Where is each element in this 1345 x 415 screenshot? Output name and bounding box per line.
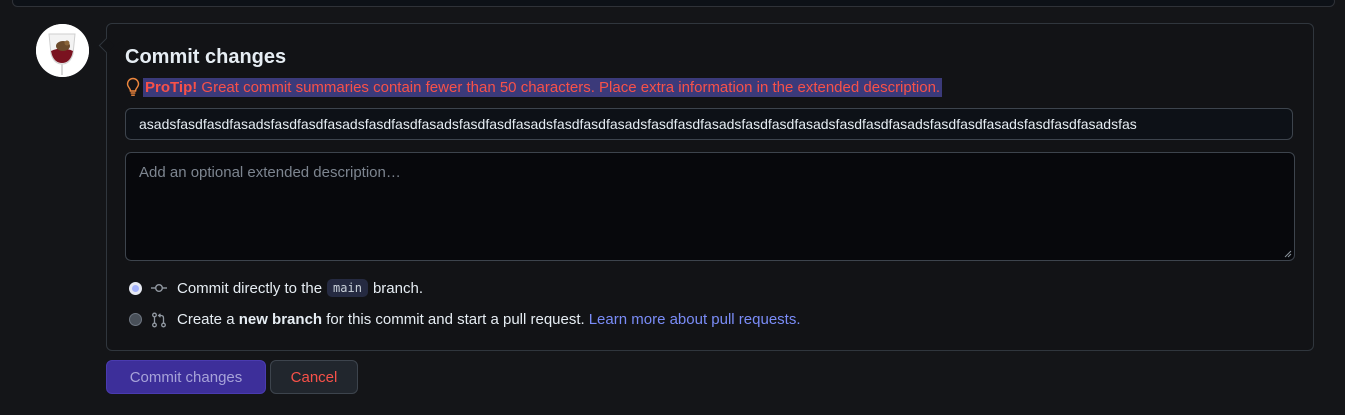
new-branch-option[interactable]: Create a new branch for this commit and … <box>129 311 801 328</box>
commit-changes-panel: Commit changes ProTip! Great commit summ… <box>98 23 1314 351</box>
avatar[interactable] <box>36 24 89 77</box>
panel-title: Commit changes <box>125 46 287 68</box>
previous-panel-edge <box>12 0 1335 7</box>
branch-name: main <box>327 279 368 297</box>
commit-direct-option[interactable]: Commit directly to the main branch. <box>129 279 423 297</box>
commit-direct-suffix: branch. <box>372 279 423 297</box>
new-branch-bold: new branch <box>238 311 323 328</box>
protip-hint: ProTip! Great commit summaries contain f… <box>125 77 943 97</box>
protip-message: Great commit summaries contain fewer tha… <box>197 78 941 96</box>
commit-summary-input[interactable] <box>125 108 1293 140</box>
protip-text: ProTip! Great commit summaries contain f… <box>143 77 943 97</box>
panel-pointer <box>98 37 115 54</box>
extended-description-input[interactable] <box>125 152 1295 261</box>
git-commit-icon <box>151 283 167 292</box>
new-branch-radio[interactable] <box>129 313 142 326</box>
wine-glass-avatar-image <box>36 24 89 77</box>
git-pull-request-icon <box>152 312 166 327</box>
commit-direct-prefix: Commit directly to the <box>177 279 323 297</box>
cancel-button[interactable]: Cancel <box>270 360 358 394</box>
pull-requests-learn-more-link[interactable]: Learn more about pull requests. <box>589 311 801 328</box>
new-branch-suffix: for this commit and start a pull request… <box>326 311 585 328</box>
protip-label: ProTip! <box>145 78 198 96</box>
light-bulb-icon <box>126 77 140 96</box>
resize-handle-icon[interactable] <box>1284 250 1292 258</box>
new-branch-prefix: Create a <box>177 311 235 328</box>
commit-changes-button[interactable]: Commit changes <box>106 360 266 394</box>
commit-direct-radio[interactable] <box>129 281 142 295</box>
